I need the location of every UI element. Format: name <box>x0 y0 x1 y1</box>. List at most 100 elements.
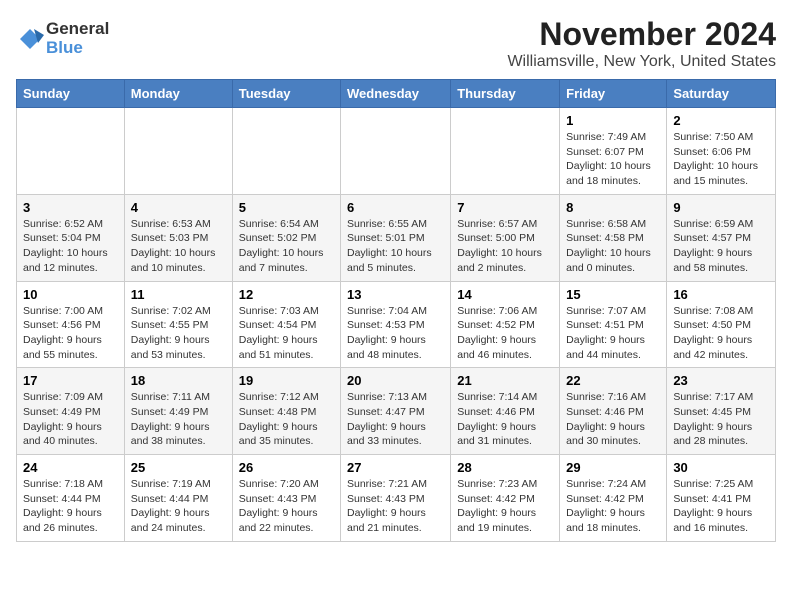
day-info: Sunrise: 6:52 AM Sunset: 5:04 PM Dayligh… <box>23 217 118 276</box>
day-number: 7 <box>457 200 553 215</box>
day-number: 9 <box>673 200 769 215</box>
day-number: 12 <box>239 287 334 302</box>
day-info: Sunrise: 7:04 AM Sunset: 4:53 PM Dayligh… <box>347 304 444 363</box>
day-number: 4 <box>131 200 226 215</box>
day-info: Sunrise: 7:12 AM Sunset: 4:48 PM Dayligh… <box>239 390 334 449</box>
day-number: 25 <box>131 460 226 475</box>
location-title: Williamsville, New York, United States <box>507 53 776 71</box>
day-cell: 25 Sunrise: 7:19 AM Sunset: 4:44 PM Dayli… <box>124 455 232 542</box>
day-number: 10 <box>23 287 118 302</box>
day-cell: 14Sunrise: 7:06 AM Sunset: 4:52 PM Dayli… <box>451 281 560 368</box>
weekday-header-row: SundayMondayTuesdayWednesdayThursdayFrid… <box>17 80 776 108</box>
day-cell: 26 Sunrise: 7:20 AM Sunset: 4:43 PM Dayli… <box>232 455 340 542</box>
day-info: Sunrise: 7:11 AM Sunset: 4:49 PM Dayligh… <box>131 390 226 449</box>
day-info: Sunrise: 7:07 AM Sunset: 4:51 PM Dayligh… <box>566 304 660 363</box>
logo-blue: Blue <box>46 39 109 58</box>
day-cell: 18 Sunrise: 7:11 AM Sunset: 4:49 PM Dayli… <box>124 368 232 455</box>
day-number: 17 <box>23 373 118 388</box>
day-number: 15 <box>566 287 660 302</box>
day-cell: 17 Sunrise: 7:09 AM Sunset: 4:49 PM Dayli… <box>17 368 125 455</box>
day-cell: 22 Sunrise: 7:16 AM Sunset: 4:46 PM Dayli… <box>560 368 667 455</box>
title-area: November 2024 Williamsville, New York, U… <box>507 16 776 71</box>
day-number: 13 <box>347 287 444 302</box>
day-info: Sunrise: 7:02 AM Sunset: 4:55 PM Dayligh… <box>131 304 226 363</box>
day-number: 21 <box>457 373 553 388</box>
day-number: 26 <box>239 460 334 475</box>
day-cell: 28Sunrise: 7:23 AM Sunset: 4:42 PM Dayli… <box>451 455 560 542</box>
weekday-header-sunday: Sunday <box>17 80 125 108</box>
day-number: 20 <box>347 373 444 388</box>
day-cell: 15 Sunrise: 7:07 AM Sunset: 4:51 PM Dayli… <box>560 281 667 368</box>
day-info: Sunrise: 7:19 AM Sunset: 4:44 PM Dayligh… <box>131 477 226 536</box>
day-cell: 30 Sunrise: 7:25 AM Sunset: 4:41 PM Dayli… <box>667 455 776 542</box>
day-cell: 29 Sunrise: 7:24 AM Sunset: 4:42 PM Dayli… <box>560 455 667 542</box>
page-header: General Blue November 2024 Williamsville… <box>16 16 776 71</box>
day-cell: 8Sunrise: 6:58 AM Sunset: 4:58 PM Daylig… <box>560 194 667 281</box>
day-cell: 21 Sunrise: 7:14 AM Sunset: 4:46 PM Dayli… <box>451 368 560 455</box>
day-info: Sunrise: 7:49 AM Sunset: 6:07 PM Dayligh… <box>566 130 660 189</box>
day-cell: 16 Sunrise: 7:08 AM Sunset: 4:50 PM Dayli… <box>667 281 776 368</box>
weekday-header-monday: Monday <box>124 80 232 108</box>
day-cell: 27 Sunrise: 7:21 AM Sunset: 4:43 PM Dayli… <box>341 455 451 542</box>
day-cell: 3 Sunrise: 6:52 AM Sunset: 5:04 PM Daylig… <box>17 194 125 281</box>
day-info: Sunrise: 7:06 AM Sunset: 4:52 PM Dayligh… <box>457 304 553 363</box>
day-number: 23 <box>673 373 769 388</box>
calendar-table: SundayMondayTuesdayWednesdayThursdayFrid… <box>16 79 776 542</box>
day-info: Sunrise: 6:59 AM Sunset: 4:57 PM Dayligh… <box>673 217 769 276</box>
day-info: Sunrise: 7:16 AM Sunset: 4:46 PM Dayligh… <box>566 390 660 449</box>
day-number: 28 <box>457 460 553 475</box>
day-info: Sunrise: 6:53 AM Sunset: 5:03 PM Dayligh… <box>131 217 226 276</box>
day-number: 30 <box>673 460 769 475</box>
day-cell: 23 Sunrise: 7:17 AM Sunset: 4:45 PM Dayli… <box>667 368 776 455</box>
day-info: Sunrise: 7:21 AM Sunset: 4:43 PM Dayligh… <box>347 477 444 536</box>
day-info: Sunrise: 7:25 AM Sunset: 4:41 PM Dayligh… <box>673 477 769 536</box>
day-info: Sunrise: 7:00 AM Sunset: 4:56 PM Dayligh… <box>23 304 118 363</box>
day-info: Sunrise: 7:09 AM Sunset: 4:49 PM Dayligh… <box>23 390 118 449</box>
week-row-3: 10 Sunrise: 7:00 AM Sunset: 4:56 PM Dayli… <box>17 281 776 368</box>
day-cell: 24 Sunrise: 7:18 AM Sunset: 4:44 PM Dayli… <box>17 455 125 542</box>
week-row-5: 24 Sunrise: 7:18 AM Sunset: 4:44 PM Dayli… <box>17 455 776 542</box>
weekday-header-thursday: Thursday <box>451 80 560 108</box>
day-info: Sunrise: 6:55 AM Sunset: 5:01 PM Dayligh… <box>347 217 444 276</box>
day-number: 3 <box>23 200 118 215</box>
day-cell: 19 Sunrise: 7:12 AM Sunset: 4:48 PM Dayli… <box>232 368 340 455</box>
day-number: 2 <box>673 113 769 128</box>
day-cell: 12 Sunrise: 7:03 AM Sunset: 4:54 PM Dayli… <box>232 281 340 368</box>
day-cell: 2 Sunrise: 7:50 AM Sunset: 6:06 PM Daylig… <box>667 108 776 195</box>
day-number: 27 <box>347 460 444 475</box>
day-cell <box>124 108 232 195</box>
day-number: 5 <box>239 200 334 215</box>
day-number: 24 <box>23 460 118 475</box>
day-info: Sunrise: 7:24 AM Sunset: 4:42 PM Dayligh… <box>566 477 660 536</box>
day-info: Sunrise: 6:54 AM Sunset: 5:02 PM Dayligh… <box>239 217 334 276</box>
day-cell: 5 Sunrise: 6:54 AM Sunset: 5:02 PM Daylig… <box>232 194 340 281</box>
day-cell: 6Sunrise: 6:55 AM Sunset: 5:01 PM Daylig… <box>341 194 451 281</box>
day-info: Sunrise: 7:50 AM Sunset: 6:06 PM Dayligh… <box>673 130 769 189</box>
weekday-header-friday: Friday <box>560 80 667 108</box>
day-cell: 11 Sunrise: 7:02 AM Sunset: 4:55 PM Dayli… <box>124 281 232 368</box>
day-number: 22 <box>566 373 660 388</box>
logo-icon <box>16 25 44 53</box>
day-number: 19 <box>239 373 334 388</box>
day-info: Sunrise: 7:17 AM Sunset: 4:45 PM Dayligh… <box>673 390 769 449</box>
day-cell: 13 Sunrise: 7:04 AM Sunset: 4:53 PM Dayli… <box>341 281 451 368</box>
day-number: 8 <box>566 200 660 215</box>
day-number: 18 <box>131 373 226 388</box>
day-info: Sunrise: 7:20 AM Sunset: 4:43 PM Dayligh… <box>239 477 334 536</box>
day-cell <box>232 108 340 195</box>
day-cell <box>341 108 451 195</box>
day-number: 11 <box>131 287 226 302</box>
day-info: Sunrise: 7:14 AM Sunset: 4:46 PM Dayligh… <box>457 390 553 449</box>
day-number: 16 <box>673 287 769 302</box>
day-cell: 20Sunrise: 7:13 AM Sunset: 4:47 PM Dayli… <box>341 368 451 455</box>
day-number: 1 <box>566 113 660 128</box>
week-row-2: 3 Sunrise: 6:52 AM Sunset: 5:04 PM Daylig… <box>17 194 776 281</box>
logo-general: General <box>46 20 109 39</box>
day-info: Sunrise: 7:18 AM Sunset: 4:44 PM Dayligh… <box>23 477 118 536</box>
day-info: Sunrise: 7:08 AM Sunset: 4:50 PM Dayligh… <box>673 304 769 363</box>
day-cell <box>17 108 125 195</box>
day-number: 29 <box>566 460 660 475</box>
week-row-4: 17 Sunrise: 7:09 AM Sunset: 4:49 PM Dayli… <box>17 368 776 455</box>
logo: General Blue <box>16 20 109 57</box>
day-info: Sunrise: 7:03 AM Sunset: 4:54 PM Dayligh… <box>239 304 334 363</box>
